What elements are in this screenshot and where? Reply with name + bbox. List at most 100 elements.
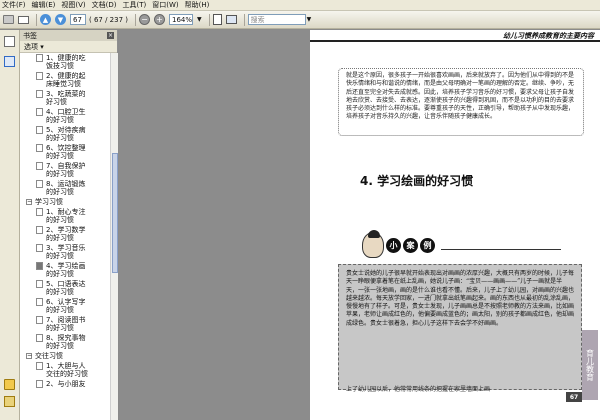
bookmark-item[interactable]: 7、自我保护 的好习惯 [20,161,110,179]
bookmark-label: 2、健康的起 床睡觉习惯 [46,72,86,88]
bookmark-label: 8、运动锻炼 的好习惯 [46,180,86,196]
menu-edit[interactable]: 编辑(E) [32,0,56,10]
pages-icon[interactable] [4,36,15,47]
document-page: 幼儿习惯养成教育的主要内容 就是这个原因，很多孩子一开始很喜欢画画，后来就放弃了… [310,30,600,420]
toolbar-divider [208,13,210,26]
attachments-icon[interactable] [4,396,15,407]
banner-rule [441,248,561,250]
bookmark-label: 1、大胆与人 交往的好习惯 [46,362,88,378]
bookmark-item[interactable]: 7、阅读图书 的好习惯 [20,315,110,333]
zoom-in-icon[interactable]: + [154,14,165,25]
bookmark-page-icon [36,208,43,216]
bookmark-item[interactable]: 2、学习数学 的好习惯 [20,225,110,243]
zoom-dropdown-icon[interactable]: ▼ [197,16,202,23]
print-icon[interactable] [3,15,14,24]
toolbar-divider [135,13,136,26]
bookmark-page-icon [36,126,43,134]
toolbar-divider [243,13,245,26]
bookmark-item[interactable]: 4、学习绘画 的好习惯 [20,261,110,279]
bookmark-label: 2、与小朋友 [46,380,86,388]
watermark: 育儿教育 [582,330,598,400]
bookmark-item[interactable]: 4、口腔卫生 的好习惯 [20,107,110,125]
zoom-out-icon[interactable]: − [139,14,150,25]
bookmark-page-icon [36,180,43,188]
next-page-icon[interactable]: ▼ [55,14,66,25]
header-rule [310,40,600,42]
panel-header: 书签 × [20,30,117,41]
bookmark-item[interactable]: 3、学习音乐 的好习惯 [20,243,110,261]
fit-page-icon[interactable] [212,14,222,25]
bookmark-page-icon [36,226,43,234]
bookmark-item[interactable]: 1、耐心专注 的好习惯 [20,207,110,225]
bookmark-group[interactable]: − 交往习惯 [20,351,110,361]
bookmark-page-icon [36,280,43,288]
bookmark-item[interactable]: 6、饮控整理 的好习惯 [20,143,110,161]
bookmark-item[interactable]: 2、健康的起 床睡觉习惯 [20,71,110,89]
bookmarks-icon[interactable] [4,56,15,67]
zoom-level-input[interactable]: 164% [169,14,193,25]
bookmark-item[interactable]: 3、吃蔬菜的 好习惯 [20,89,110,107]
search-dropdown-icon[interactable]: ▼ [307,16,312,23]
previous-page-icon[interactable]: ▲ [40,14,51,25]
toolbar: ▲ ▼ 67 ( 67 / 237 ) − + 164% ▼ 搜索 ▼ [0,11,600,29]
bookmark-item[interactable]: 5、口语表达 的好习惯 [20,279,110,297]
bookmark-label: 7、阅读图书 的好习惯 [46,316,86,332]
bookmark-label: 2、学习数学 的好习惯 [46,226,86,242]
search-input[interactable]: 搜索 [247,14,306,25]
page-number-input[interactable]: 67 [70,14,86,25]
case-badge: 案 [403,237,418,253]
email-icon[interactable] [18,15,29,24]
case-study-text: 贵女士说她的儿子很早就开始表现出对画画的浓厚兴趣，大概只有两岁的时候，儿子每天一… [346,270,575,327]
bookmark-label: 5、对待疾病 的好习惯 [46,126,86,142]
scrollbar-thumb[interactable] [112,153,118,273]
menu-document[interactable]: 文档(D) [92,0,117,10]
bookmark-page-icon [36,316,43,324]
bookmark-group[interactable]: − 学习习惯 [20,197,110,207]
toolbar-divider [36,13,37,26]
section-heading: 4. 学习绘画的好习惯 [360,174,474,188]
bookmark-label: 1、健康的吃 饭技习惯 [46,54,86,70]
fit-width-icon[interactable] [225,15,237,24]
bookmark-item[interactable]: 5、对待疾病 的好习惯 [20,125,110,143]
bookmark-label: 4、口腔卫生 的好习惯 [46,108,86,124]
panel-title: 书签 [23,31,37,40]
bookmark-label: 4、学习绘画 的好习惯 [46,262,86,278]
menu-file[interactable]: 文件(F) [2,0,26,10]
menu-tools[interactable]: 工具(T) [123,0,147,10]
bookmark-label: 6、饮控整理 的好习惯 [46,144,86,160]
menu-help[interactable]: 帮助(H) [185,0,210,10]
bookmark-label: 8、探究事物 的好习惯 [46,334,86,350]
collapse-icon[interactable]: − [26,353,32,359]
bookmark-item[interactable]: 1、大胆与人 交往的好习惯 [20,361,110,379]
bookmark-group-label: 交往习惯 [35,352,63,360]
bookmark-page-icon [36,90,43,98]
bookmark-tree: 1、健康的吃 饭技习惯 2、健康的起 床睡觉习惯 3、吃蔬菜的 好习惯 4、口腔卫生 … [20,53,110,420]
bookmark-group-label: 学习习惯 [35,198,63,206]
bookmark-label: 3、吃蔬菜的 好习惯 [46,90,86,106]
bookmark-page-icon [36,334,43,342]
document-viewer[interactable]: 幼儿习惯养成教育的主要内容 就是这个原因，很多孩子一开始很喜欢画画，后来就放弃了… [119,30,600,420]
bookmark-page-icon [36,380,43,388]
bookmark-page-icon [36,144,43,152]
panel-toolbar: 选项 ▾ [20,41,117,53]
bookmark-item[interactable]: 8、探究事物 的好习惯 [20,333,110,351]
bookmark-page-icon [36,72,43,80]
close-icon[interactable]: × [107,32,114,39]
bookmark-item[interactable]: 2、与小朋友 [20,379,110,389]
bookmark-label: 1、耐心专注 的好习惯 [46,208,86,224]
menu-view[interactable]: 视图(V) [61,0,85,10]
body-paragraph: 就是这个原因，很多孩子一开始很喜欢画画，后来就放弃了。因为他们从中得到的不是快乐… [346,72,575,121]
bookmark-item[interactable]: 6、认字写字 的好习惯 [20,297,110,315]
bookmark-label: 7、自我保护 的好习惯 [46,162,86,178]
collapse-icon[interactable]: − [26,199,32,205]
bookmark-page-icon [36,162,43,170]
options-menu[interactable]: 选项 ▾ [24,42,44,52]
comments-icon[interactable] [4,379,15,390]
panel-scrollbar[interactable] [110,53,118,420]
bookmark-item[interactable]: 1、健康的吃 饭技习惯 [20,53,110,71]
page-number: 67 [566,392,582,402]
menu-window[interactable]: 窗口(W) [152,0,178,10]
bookmark-item[interactable]: 8、运动锻炼 的好习惯 [20,179,110,197]
child-illustration [362,230,384,258]
bookmark-label: 3、学习音乐 的好习惯 [46,244,86,260]
